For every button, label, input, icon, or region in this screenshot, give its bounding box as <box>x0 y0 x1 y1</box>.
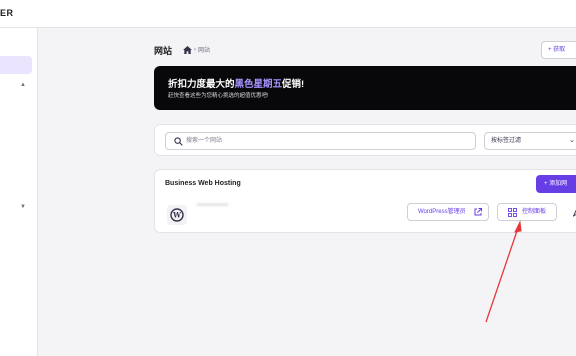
tag-filter-select[interactable]: 按标签过滤 ⌄ <box>484 132 576 150</box>
chevron-up-icon[interactable]: ▲ <box>20 82 26 88</box>
sidebar: ▲ ▼ <box>0 28 38 356</box>
dashboard-icon <box>508 208 517 217</box>
wordpress-admin-label: WordPress管理员 <box>418 209 466 215</box>
banner-highlight: 黑色星期五 <box>234 79 283 90</box>
breadcrumb: › 网站 <box>183 45 210 54</box>
dashboard-button[interactable]: 控制面板 <box>497 203 557 221</box>
search-box[interactable] <box>165 132 476 150</box>
banner-subtitle: 赶快查看这些为您精心挑选的超值优惠吧! <box>168 93 269 99</box>
search-icon <box>174 137 183 146</box>
search-input[interactable] <box>186 135 466 147</box>
chevron-down-icon[interactable]: ▼ <box>20 204 26 210</box>
banner-title: 折扣力度最大的黑色星期五促销! <box>168 79 305 90</box>
home-icon[interactable] <box>183 45 192 54</box>
chevron-down-icon: ⌄ <box>569 137 575 144</box>
wordpress-icon: W <box>167 205 187 225</box>
breadcrumb-separator: › <box>194 46 196 53</box>
black-friday-banner[interactable]: 折扣力度最大的黑色星期五促销! 赶快查看这些为您精心挑选的超值优惠吧! <box>154 66 576 110</box>
add-website-button-top[interactable]: + 获取 <box>541 41 576 59</box>
top-bar: ER <box>0 0 576 28</box>
filter-card: 按标签过滤 ⌄ <box>154 124 576 156</box>
plan-title: Business Web Hosting <box>165 180 241 187</box>
tag-filter-label: 按标签过滤 <box>491 138 522 144</box>
add-website-button[interactable]: + 添加网 <box>536 175 576 193</box>
sidebar-item-websites[interactable] <box>0 56 32 74</box>
brand-logo: ER <box>0 8 14 18</box>
svg-text:W: W <box>172 211 181 220</box>
dashboard-label: 控制面板 <box>522 209 547 215</box>
wordpress-admin-button[interactable]: WordPress管理员 <box>407 203 489 221</box>
hosting-plan-card: Business Web Hosting + 添加网 W •••••••••••… <box>154 169 576 233</box>
breadcrumb-item: 网站 <box>198 48 211 54</box>
page-title: 网站 <box>154 46 173 56</box>
site-domain[interactable]: ••••••••••••• <box>197 203 228 209</box>
external-link-icon <box>474 208 482 216</box>
